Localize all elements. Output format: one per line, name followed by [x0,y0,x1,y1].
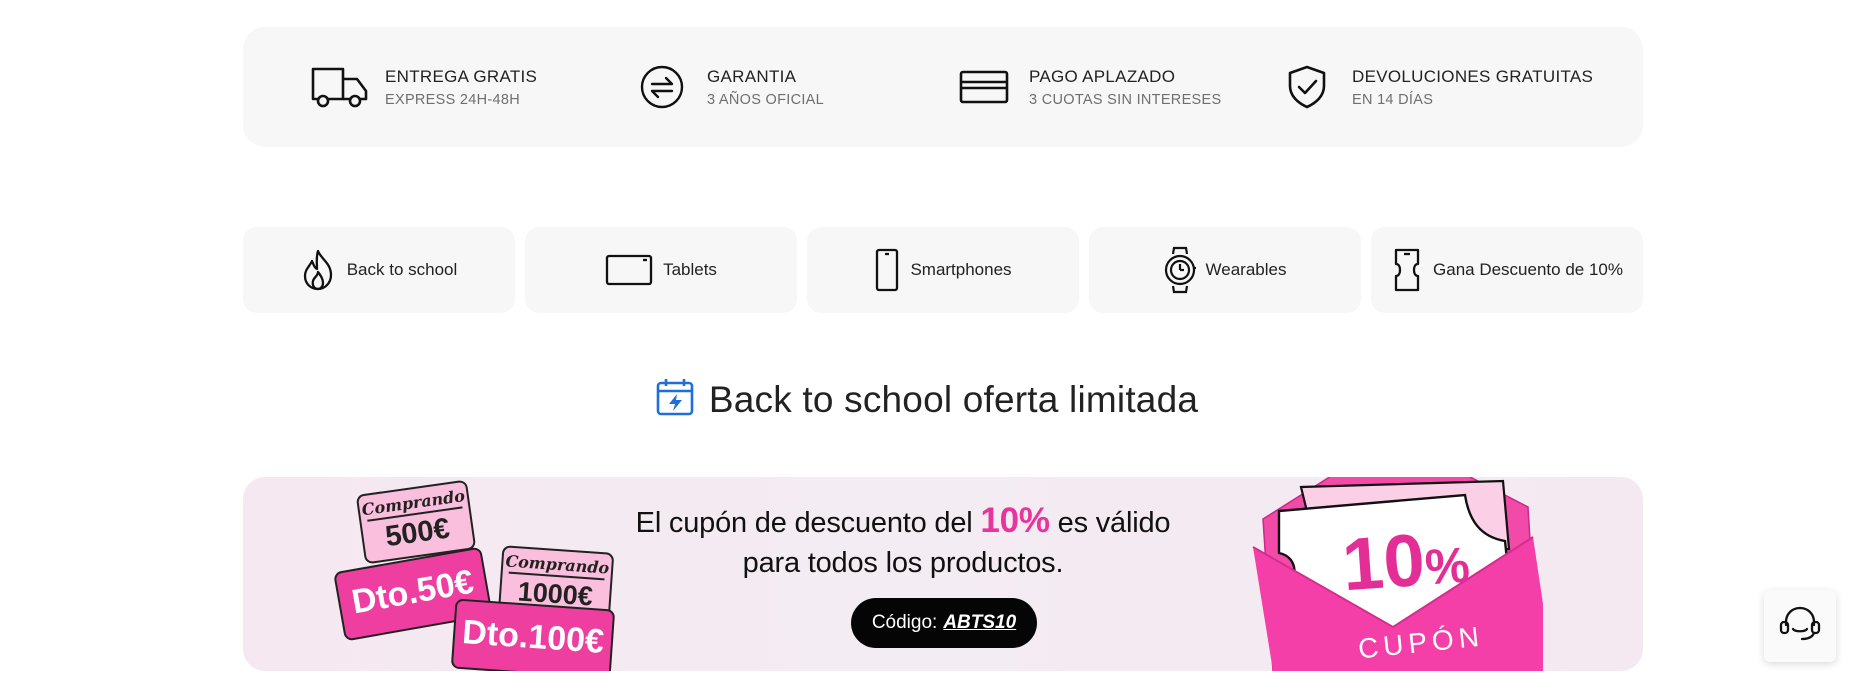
truck-icon [310,63,370,111]
banner-msg-line2: para todos los productos. [742,547,1064,579]
calendar-flash-icon [655,377,695,422]
credit-card-icon [954,63,1014,111]
banner-msg-before: El cupón de descuento del [635,507,981,539]
category-label: Gana Descuento de 10% [1433,260,1623,279]
envelope-illustration: 10% CUPÓN [1243,477,1543,671]
benefit-title: ENTREGA GRATIS [385,67,538,86]
category-label: Tablets [663,260,717,279]
flame-icon [301,249,337,291]
shield-check-icon [1277,63,1337,111]
benefit-deferred-payment: PAGO APLAZADO 3 CUOTAS SIN INTERESES [954,63,1221,111]
benefit-title: PAGO APLAZADO [1029,67,1176,86]
category-label: Smartphones [910,260,1012,279]
benefit-subtitle: EN 14 DÍAS [1352,92,1434,108]
benefit-warranty: GARANTIA 3 AÑOS OFICIAL [632,63,824,111]
ticket-phone-icon [1391,248,1423,292]
coupon-discount-100: Dto.100€ [450,598,616,671]
category-label: Wearables [1205,260,1287,279]
banner-msg-highlight: 10% [980,501,1050,540]
benefit-free-returns: DEVOLUCIONES GRATUITAS EN 14 DÍAS [1277,63,1593,111]
coupons-illustration: Comprando 500€ Dto.50€ Comprando 1000€ D… [333,479,638,671]
category-smartphones[interactable]: Smartphones [807,227,1079,313]
benefits-bar: ENTREGA GRATIS EXPRESS 24H-48H GARANTIA … [243,27,1643,147]
banner-msg-after: es válido [1049,507,1171,539]
banner-message: El cupón de descuento del 10% es válido … [623,501,1183,583]
category-tiles: Back to school Tablets Smartphones Weara… [243,227,1643,313]
headset-icon [1778,605,1822,648]
envelope-percent-value: 10 [1339,517,1428,607]
benefit-subtitle: EXPRESS 24H-48H [385,92,521,108]
benefit-title: DEVOLUCIONES GRATUITAS [1352,67,1594,86]
benefit-subtitle: 3 CUOTAS SIN INTERESES [1029,92,1222,108]
watch-icon [1164,246,1196,294]
envelope-percent-sign: % [1423,536,1472,596]
section-heading: Back to school oferta limitada [0,377,1853,422]
benefit-free-delivery: ENTREGA GRATIS EXPRESS 24H-48H [310,63,537,111]
category-label: Back to school [346,260,458,279]
category-back-to-school[interactable]: Back to school [243,227,515,313]
section-title: Back to school oferta limitada [708,378,1199,420]
code-value[interactable]: ABTS10 [943,612,1016,634]
category-wearables[interactable]: Wearables [1089,227,1361,313]
category-tablets[interactable]: Tablets [525,227,797,313]
coupon-code-pill[interactable]: Código: ABTS10 [851,598,1037,648]
exchange-icon [632,63,692,111]
tablet-icon [605,253,653,287]
smartphone-icon [874,248,900,292]
envelope-percent: 10% [1308,514,1504,615]
category-discount-10[interactable]: Gana Descuento de 10% [1371,227,1643,313]
benefit-subtitle: 3 AÑOS OFICIAL [707,92,825,108]
promo-banner[interactable]: Comprando 500€ Dto.50€ Comprando 1000€ D… [243,477,1643,671]
support-chat-button[interactable] [1764,590,1836,662]
benefit-title: GARANTIA [707,67,797,86]
code-label: Código: [871,612,938,633]
